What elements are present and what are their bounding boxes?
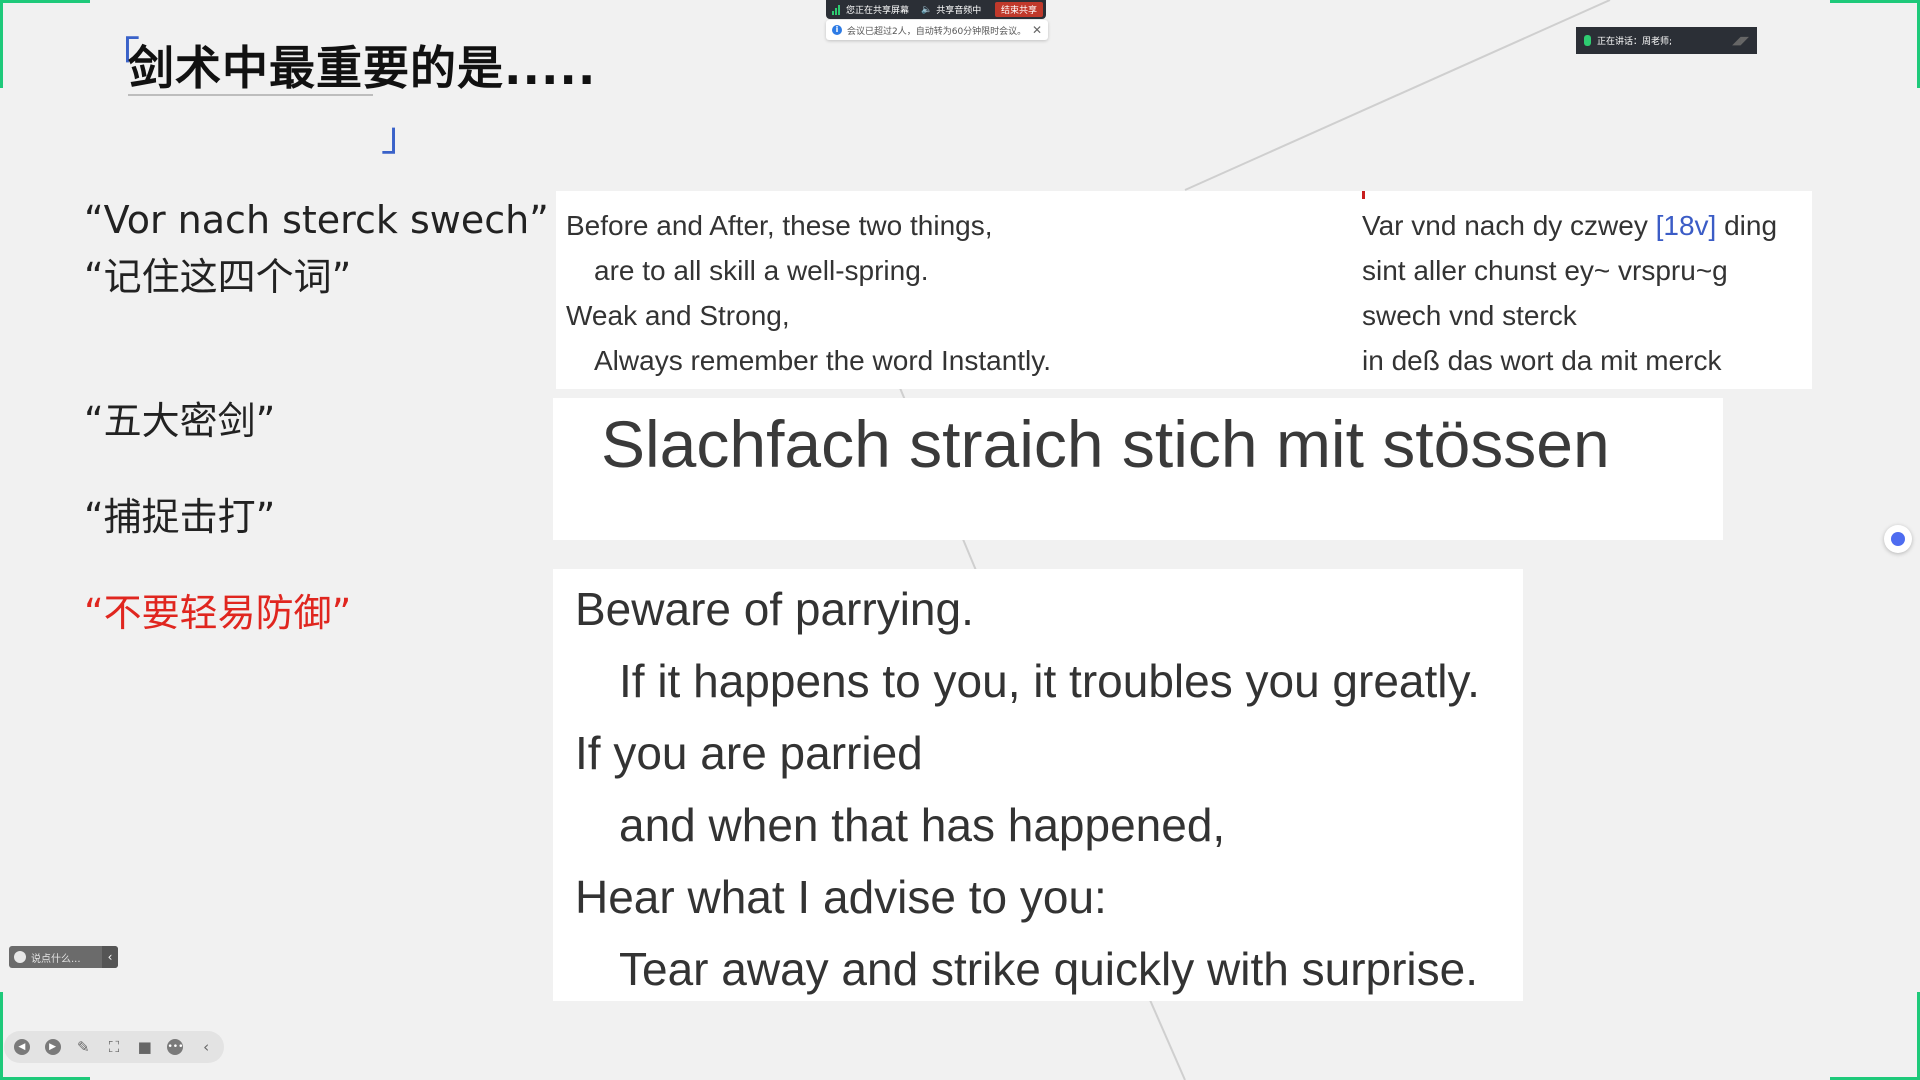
verse-line: Var vnd nach dy czwey [18v] ding (1362, 203, 1777, 248)
translation-column: Before and After, these two things, are … (566, 203, 1051, 383)
pen-icon: ✎ (77, 1038, 90, 1056)
screen-share-bar: 您正在共享屏幕 🔈 共享音频中 结束共享 (826, 0, 1046, 19)
more-button[interactable]: ••• (166, 1037, 186, 1057)
corner-accent-top-right-h (1830, 0, 1920, 3)
verse-line: Always remember the word Instantly. (594, 345, 1051, 376)
left-item-five-secret-cuts: “五大密剑” (84, 399, 276, 443)
chat-placeholder: 说点什么... (31, 953, 81, 965)
collapse-toolbar-button[interactable]: ‹ (196, 1037, 216, 1057)
verse-panel-parrying: Beware of parrying. If it happens to you… (553, 569, 1523, 1001)
sharing-label: 您正在共享屏幕 (846, 6, 910, 16)
left-item-dont-parry: “不要轻易防御” (84, 591, 352, 635)
corner-accent-top-left-h (0, 0, 90, 3)
next-slide-button[interactable]: ▶ (43, 1037, 63, 1057)
camera-button[interactable]: ■ (135, 1037, 155, 1057)
collapse-chat-icon[interactable]: ‹ (102, 946, 118, 968)
verse-line: Hear what I advise to you: (575, 871, 1107, 923)
corner-accent-top-left-v (0, 0, 3, 88)
title-bracket-close: 」 (381, 114, 421, 160)
pen-tool-button[interactable]: ✎ (73, 1037, 93, 1057)
verse-line: in deß das wort da mit merck (1362, 345, 1722, 376)
left-item-vor-nach: “Vor nach sterck swech” (84, 198, 549, 242)
assistant-icon (1891, 532, 1905, 546)
verse-line: If it happens to you, it troubles you gr… (619, 655, 1480, 707)
verse-line: Tear away and strike quickly with surpri… (619, 943, 1478, 995)
verse-panel-five-strikes: Slachfach straich stich mit stössen (553, 398, 1723, 540)
verse-line: are to all skill a well-spring. (594, 255, 929, 286)
next-icon: ▶ (44, 1039, 61, 1055)
screenshot-icon: ⛶ (108, 1038, 120, 1056)
five-strikes-text: Slachfach straich stich mit stössen (601, 407, 1610, 481)
left-item-catch-strike: “捕捉击打” (84, 495, 276, 539)
verse-line: Before and After, these two things, (566, 210, 993, 241)
screenshot-button[interactable]: ⛶ (104, 1037, 124, 1057)
title-underline (128, 94, 373, 96)
chat-input-pill[interactable]: 说点什么... ‹ (9, 946, 118, 968)
red-mark (1362, 191, 1365, 199)
speaking-indicator[interactable]: 正在讲话：周老师; ◢◤ (1576, 27, 1757, 54)
signal-bars-icon (832, 4, 842, 15)
notice-text: 会议已超过2人，自动转为60分钟限时会议。 (847, 26, 1027, 37)
verse-line-part: Var vnd nach dy czwey (1362, 210, 1648, 241)
corner-accent-bottom-left-v (0, 992, 3, 1080)
verse-line: and when that has happened, (619, 799, 1226, 851)
speaker-icon: 🔈 (921, 4, 933, 15)
verse-line: sint aller chunst ey~ vrspru~g (1362, 255, 1728, 286)
presentation-toolbar: ◀ ▶ ✎ ⛶ ■ ••• ‹ (4, 1031, 224, 1063)
close-icon[interactable]: ✕ (1032, 23, 1042, 37)
verse-line: swech vnd sterck (1362, 300, 1577, 331)
assistant-float-button[interactable] (1884, 525, 1912, 553)
audio-wave-icon: ◢◤ (1732, 34, 1749, 47)
chevron-left-icon: ‹ (203, 1038, 210, 1056)
folio-reference-link[interactable]: [18v] (1656, 210, 1717, 241)
camera-icon: ■ (137, 1038, 152, 1056)
sharing-status[interactable]: 您正在共享屏幕 (826, 0, 915, 19)
audio-share-toggle[interactable]: 🔈 共享音频中 (915, 0, 987, 19)
verse-line: If you are parried (575, 727, 923, 779)
verse-line-part: ding (1724, 210, 1778, 241)
previous-icon: ◀ (13, 1039, 30, 1055)
microphone-icon (1584, 35, 1591, 46)
verse-line: Beware of parrying. (575, 583, 974, 635)
meeting-notice: i 会议已超过2人，自动转为60分钟限时会议。 ✕ (826, 20, 1048, 40)
emoji-icon[interactable] (14, 951, 26, 963)
end-share-button[interactable]: 结束共享 (994, 2, 1043, 17)
info-icon: i (832, 25, 842, 35)
audio-label: 共享音频中 (936, 6, 982, 16)
original-column: Var vnd nach dy czwey [18v] ding sint al… (1362, 203, 1777, 383)
previous-slide-button[interactable]: ◀ (12, 1037, 32, 1057)
left-item-remember-words: “记住这四个词” (84, 255, 352, 299)
speaking-label: 正在讲话：周老师; (1597, 37, 1673, 47)
verse-panel-before-after: Before and After, these two things, are … (556, 191, 1812, 389)
parrying-verse: Beware of parrying. If it happens to you… (575, 573, 1480, 1005)
page-title: 剑术中最重要的是..... (128, 41, 597, 95)
more-icon: ••• (167, 1039, 184, 1055)
verse-line: Weak and Strong, (566, 300, 790, 331)
